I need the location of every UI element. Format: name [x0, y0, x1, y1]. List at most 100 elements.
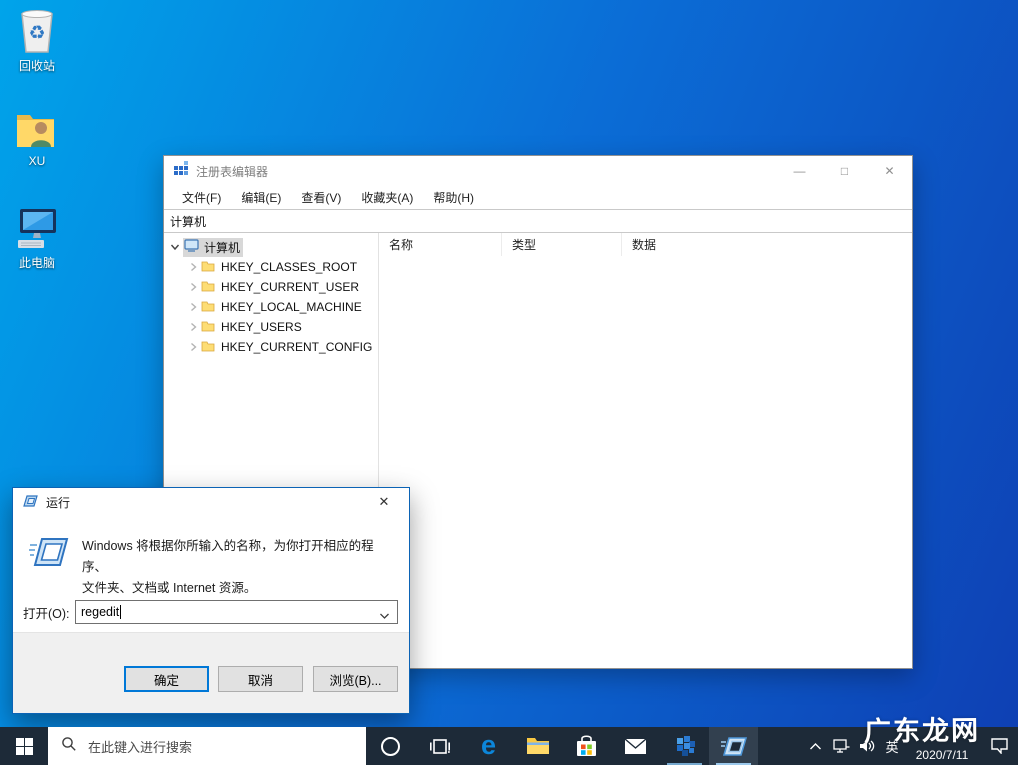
network-icon	[832, 738, 849, 753]
tree-item-label: HKEY_LOCAL_MACHINE	[221, 300, 362, 314]
run-input[interactable]: regedit	[75, 600, 398, 624]
mail-icon	[624, 737, 647, 754]
desktop: 广东龙网 ♻ 回收站 XU 此电脑 注册表编辑器 — □ ✕ 文件(F) 编辑(…	[0, 0, 1018, 765]
column-header-type[interactable]: 类型	[502, 233, 622, 256]
cortana-button[interactable]	[366, 727, 415, 765]
ok-button[interactable]: 确定	[124, 666, 209, 692]
run-big-icon	[29, 536, 69, 599]
folder-icon	[201, 340, 215, 355]
browse-button[interactable]: 浏览(B)...	[313, 666, 398, 692]
file-explorer-button[interactable]	[513, 727, 562, 765]
tray-show-hidden-icons[interactable]	[802, 727, 828, 765]
chevron-collapsed-icon[interactable]	[187, 342, 199, 352]
taskbar-regedit-button[interactable]	[660, 727, 709, 765]
combo-dropdown-icon[interactable]	[379, 607, 390, 625]
menu-favorites[interactable]: 收藏夹(A)	[351, 189, 423, 206]
tray-clock[interactable]: 2020/7/11	[904, 727, 980, 765]
chevron-expanded-icon[interactable]	[169, 242, 181, 252]
run-dialog-icon	[23, 494, 38, 510]
menu-file[interactable]: 文件(F)	[172, 189, 231, 206]
open-label: 打开(O):	[23, 606, 70, 621]
desktop-icon-label: 回收站	[18, 59, 55, 73]
edge-button[interactable]: e	[464, 727, 513, 765]
regedit-list-pane: 名称 类型 数据	[379, 233, 912, 668]
chevron-up-icon	[809, 742, 821, 749]
folder-icon	[201, 280, 215, 295]
search-icon	[61, 736, 77, 757]
column-header-name[interactable]: 名称	[379, 233, 502, 256]
regedit-address-bar[interactable]: 计算机	[164, 209, 912, 233]
run-titlebar: 运行 ✕	[13, 488, 409, 516]
action-center-button[interactable]	[980, 727, 1018, 765]
run-input-value: regedit	[81, 605, 120, 619]
text-cursor	[120, 605, 122, 619]
file-explorer-icon	[526, 738, 549, 754]
tree-item-label: HKEY_USERS	[221, 320, 302, 334]
regedit-titlebar: 注册表编辑器 — □ ✕	[164, 156, 912, 186]
computer-icon	[184, 239, 199, 255]
edge-icon: e	[480, 729, 497, 760]
regedit-taskbar-icon	[676, 736, 695, 756]
regedit-app-icon	[173, 160, 189, 182]
run-description: Windows 将根据你所输入的名称，为你打开相应的程序、 文件夹、文档或 In…	[82, 539, 374, 595]
tray-date: 2020/7/11	[915, 748, 969, 762]
speaker-icon	[860, 740, 875, 752]
tray-ime-indicator[interactable]: 英	[880, 727, 904, 765]
run-button-area: 确定 取消 浏览(B)...	[13, 632, 409, 713]
recycle-bin-icon: ♻	[5, 6, 69, 54]
task-view-button[interactable]	[415, 727, 464, 765]
minimize-button[interactable]: —	[777, 156, 822, 186]
this-pc-icon	[5, 203, 69, 251]
folder-icon	[201, 260, 215, 275]
menu-edit[interactable]: 编辑(E)	[231, 189, 291, 206]
tree-item-label: HKEY_CURRENT_CONFIG	[221, 340, 373, 354]
run-taskbar-icon	[720, 736, 747, 756]
tray-volume-button[interactable]	[854, 727, 880, 765]
chevron-collapsed-icon[interactable]	[187, 282, 199, 292]
close-icon[interactable]: ✕	[367, 488, 401, 516]
desktop-icon-recycle-bin[interactable]: ♻ 回收站	[5, 6, 69, 74]
tree-item-hkey-local-machine[interactable]: HKEY_LOCAL_MACHINE	[164, 297, 378, 317]
regedit-menubar: 文件(F) 编辑(E) 查看(V) 收藏夹(A) 帮助(H)	[164, 186, 912, 209]
folder-icon	[201, 320, 215, 335]
maximize-button[interactable]: □	[822, 156, 867, 186]
tree-item-hkey-classes-root[interactable]: HKEY_CLASSES_ROOT	[164, 257, 378, 277]
microsoft-store-icon	[577, 735, 596, 756]
search-placeholder: 在此键入进行搜索	[88, 739, 193, 755]
tree-item-label: 计算机	[204, 240, 241, 255]
menu-view[interactable]: 查看(V)	[291, 189, 351, 206]
regedit-window-title: 注册表编辑器	[196, 164, 269, 179]
folder-icon	[201, 300, 215, 315]
tree-item-label: HKEY_CURRENT_USER	[221, 280, 360, 294]
desktop-icon-user-folder[interactable]: XU	[5, 103, 69, 168]
desktop-icon-this-pc[interactable]: 此电脑	[5, 203, 69, 271]
cortana-icon	[381, 736, 400, 756]
desktop-icon-label: XU	[28, 154, 46, 168]
tree-item-hkey-users[interactable]: HKEY_USERS	[164, 317, 378, 337]
tree-item-computer[interactable]: 计算机	[164, 237, 378, 257]
mail-button[interactable]	[611, 727, 660, 765]
taskbar-run-button[interactable]	[709, 727, 758, 765]
tree-item-hkey-current-config[interactable]: HKEY_CURRENT_CONFIG	[164, 337, 378, 357]
windows-logo-icon	[15, 737, 33, 755]
action-center-icon	[990, 738, 1008, 754]
chevron-collapsed-icon[interactable]	[187, 262, 199, 272]
svg-text:♻: ♻	[28, 23, 45, 44]
user-folder-icon	[5, 103, 69, 151]
chevron-collapsed-icon[interactable]	[187, 322, 199, 332]
column-header-data[interactable]: 数据	[622, 233, 912, 256]
tree-item-label: HKEY_CLASSES_ROOT	[221, 260, 358, 274]
menu-help[interactable]: 帮助(H)	[423, 189, 484, 206]
close-button[interactable]: ✕	[867, 156, 912, 186]
cancel-button[interactable]: 取消	[218, 666, 303, 692]
start-button[interactable]	[0, 727, 48, 765]
tray-network-button[interactable]	[828, 727, 854, 765]
run-dialog: 运行 ✕ Windows 将根据你所输入的名称，为你打开相应的程序、 文件夹、文…	[12, 487, 410, 714]
desktop-icon-label: 此电脑	[18, 256, 55, 270]
run-dialog-title: 运行	[46, 495, 71, 510]
chevron-collapsed-icon[interactable]	[187, 302, 199, 312]
task-view-icon	[429, 738, 450, 754]
taskbar-search-input[interactable]: 在此键入进行搜索	[48, 727, 366, 765]
tree-item-hkey-current-user[interactable]: HKEY_CURRENT_USER	[164, 277, 378, 297]
microsoft-store-button[interactable]	[562, 727, 611, 765]
